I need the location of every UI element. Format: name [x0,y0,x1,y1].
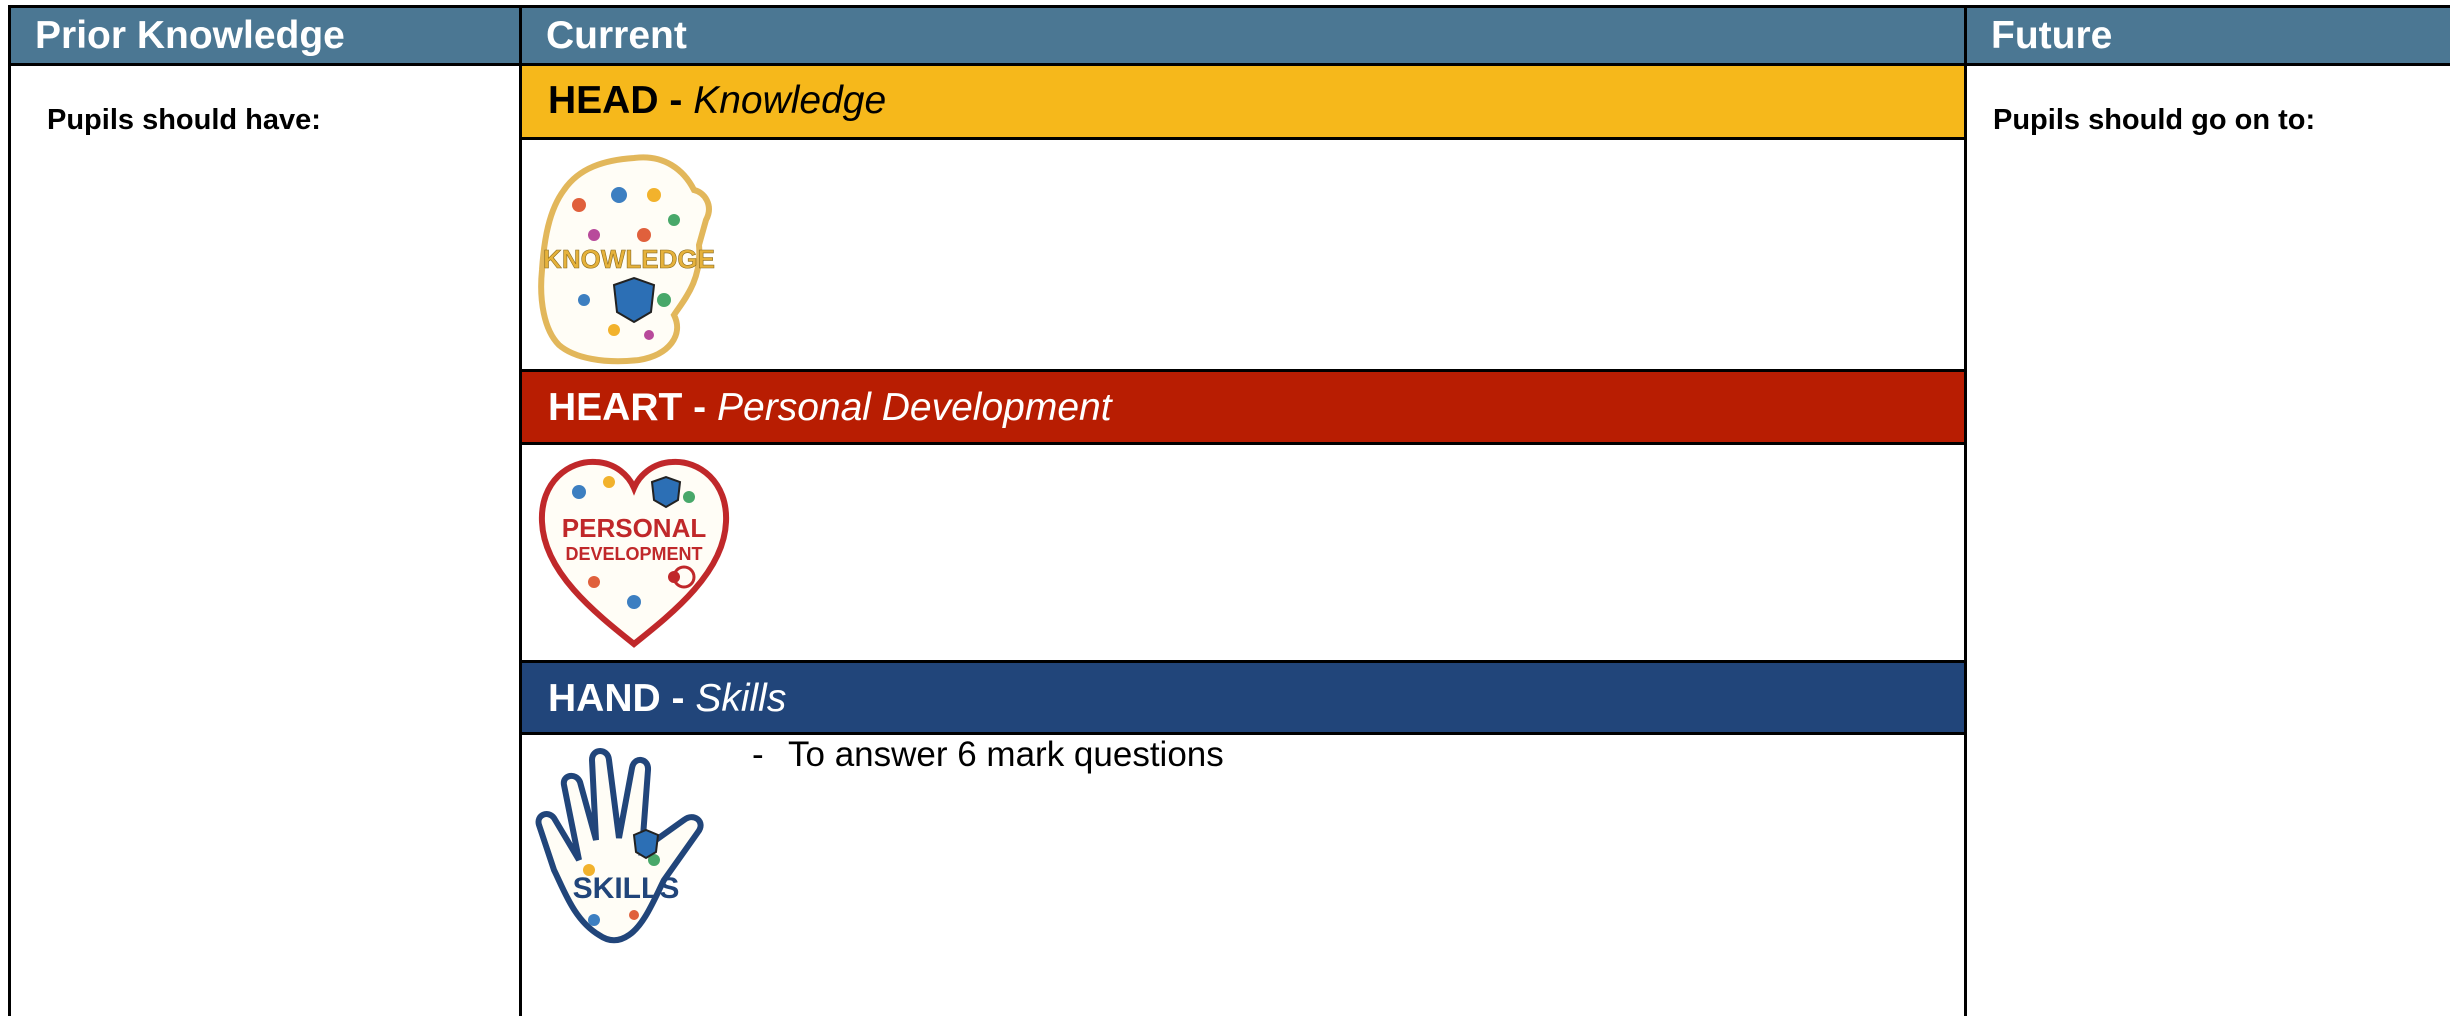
prior-knowledge-column: Prior Knowledge Pupils should have: [8,5,522,1016]
bullet-dash: - [752,735,764,774]
knowledge-head-image: KNOWLEDGE [534,150,724,370]
future-header: Future [1967,5,2450,66]
hand-label: HAND - [548,677,685,720]
current-column: Current HEAD - Knowledge KNOWLEDGE HEART… [519,5,1967,1016]
head-knowledge-band: HEAD - Knowledge [522,66,1964,140]
heart-subtitle: Personal Development [717,386,1112,429]
skills-image-label: SKILLS [573,872,680,905]
hand-skills-band: HAND - Skills [522,660,1964,735]
heart-personal-development-band: HEART - Personal Development [522,369,1964,445]
prior-knowledge-header: Prior Knowledge [11,5,519,66]
current-header: Current [522,5,1964,66]
personal-image-label-2: DEVELOPMENT [565,544,702,564]
personal-development-heart-image: PERSONAL DEVELOPMENT [534,452,734,657]
head-label: HEAD - [548,79,683,122]
heart-label: HEART - [548,386,707,429]
skills-bullet-item: - To answer 6 mark questions [752,735,1224,775]
head-subtitle: Knowledge [693,79,887,122]
future-column: Future Pupils should go on to: [1964,5,2450,1016]
skills-bullet-text: To answer 6 mark questions [788,735,1224,774]
prior-intro-text: Pupils should have: [47,104,321,136]
personal-image-label-1: PERSONAL [562,513,707,543]
future-intro-text: Pupils should go on to: [1993,104,2316,136]
skills-hand-image: SKILLS [534,740,739,950]
hand-subtitle: Skills [695,677,787,720]
knowledge-image-label: KNOWLEDGE [543,244,715,274]
